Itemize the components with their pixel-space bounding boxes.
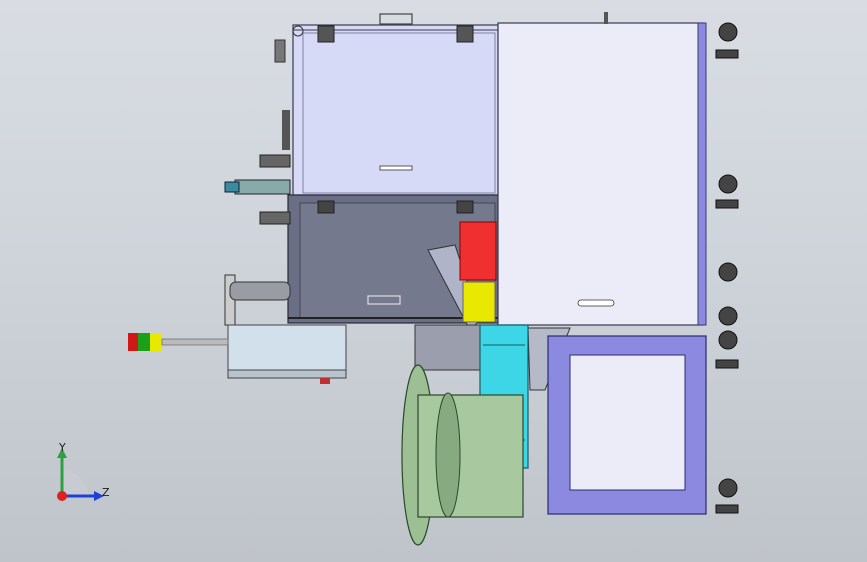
right-panel-handle[interactable] xyxy=(577,299,615,307)
control-box[interactable] xyxy=(227,324,347,376)
right-panel[interactable] xyxy=(497,22,704,326)
red-component[interactable] xyxy=(459,221,497,281)
caster-wheel-icon xyxy=(715,22,739,514)
signal-tower-icon xyxy=(128,333,229,351)
green-spindle[interactable] xyxy=(417,394,524,518)
cad-viewport[interactable]: Y Z xyxy=(0,0,867,562)
yellow-component[interactable] xyxy=(462,281,496,323)
y-axis-label: Y xyxy=(59,441,66,454)
z-axis-label: Z xyxy=(102,486,110,499)
upper-cabinet-handle[interactable] xyxy=(379,165,413,171)
assembly-model[interactable] xyxy=(0,0,867,562)
coordinate-triad-icon xyxy=(57,448,104,501)
